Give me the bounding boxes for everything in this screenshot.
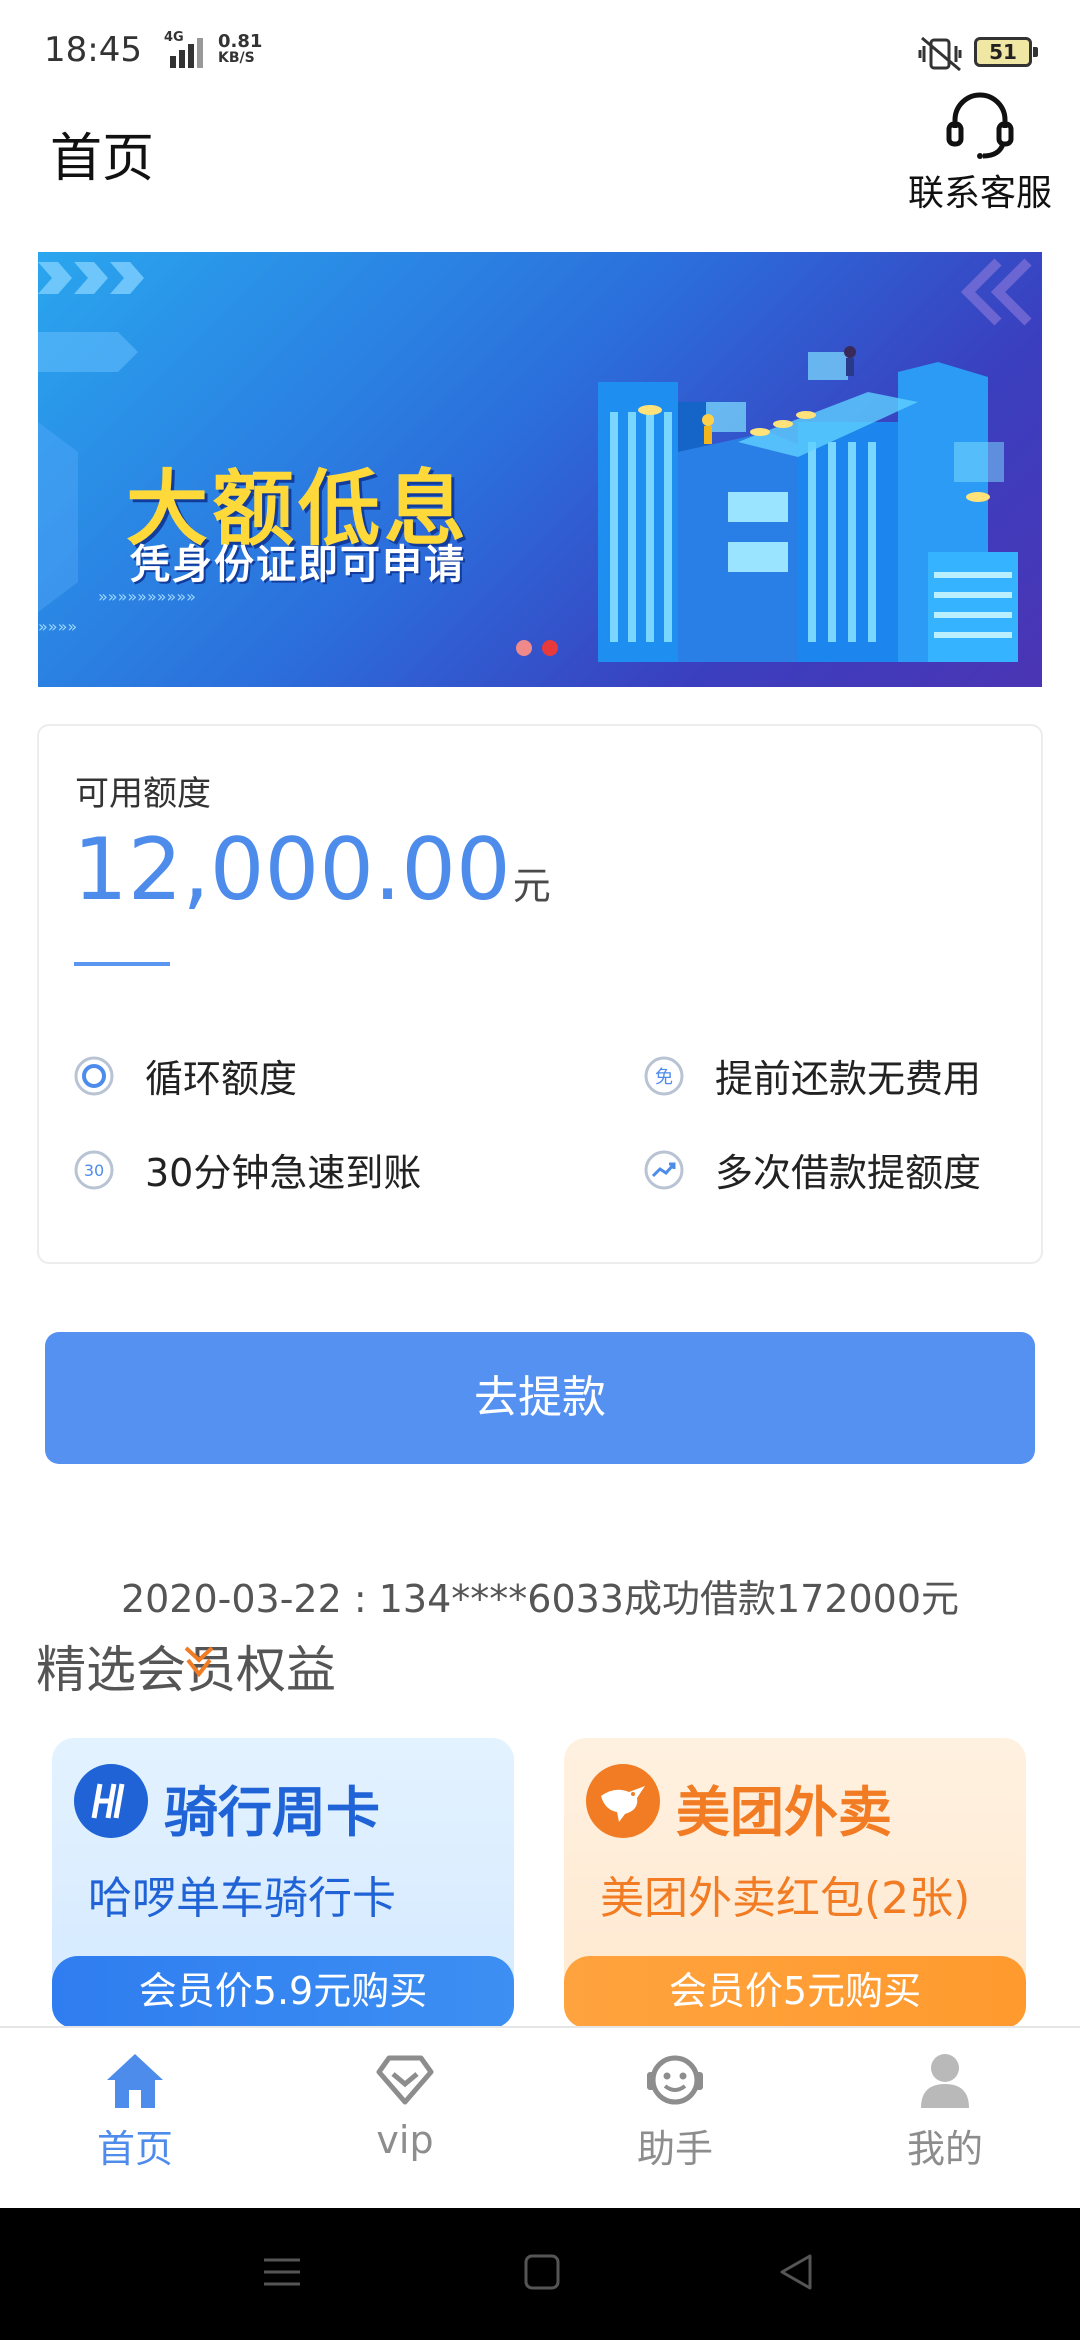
feature-label: 30分钟急速到账 — [145, 1151, 422, 1195]
customer-service-button[interactable]: 联系客服 — [900, 86, 1060, 216]
banner-subline: 凭身份证即可申请 — [130, 542, 466, 588]
svg-text:»»»»: »»»» — [38, 617, 77, 636]
page-title: 首页 — [50, 129, 155, 189]
home-icon — [107, 2054, 163, 2108]
member-card-title: 骑行周卡 — [164, 1781, 380, 1844]
nav-label: 首页 — [96, 2127, 173, 2171]
nav-vip[interactable]: vip — [270, 2028, 540, 2208]
bottom-nav: 首页 vip 助手 我的 — [0, 2026, 1080, 2208]
hello-bike-logo — [74, 1764, 148, 1838]
nav-label: 助手 — [636, 2127, 713, 2171]
credit-unit: 元 — [512, 864, 551, 908]
feature-raise-limit: 多次借款提额度 — [643, 1142, 981, 1197]
member-card-buy-button[interactable]: 会员价5.9元购买 — [52, 1956, 514, 2028]
credit-label: 可用额度 — [75, 774, 211, 814]
back-icon[interactable] — [776, 2252, 816, 2292]
battery-icon: 51 — [974, 37, 1038, 67]
member-card-meituan[interactable]: 美团外卖 美团外卖红包(2张) 会员价5元购买 — [564, 1738, 1026, 2028]
nav-assistant[interactable]: 助手 — [540, 2028, 810, 2208]
member-card-subtitle: 哈啰单车骑行卡 — [88, 1873, 396, 1924]
credit-amount-value: 12,000.00 — [73, 820, 511, 920]
loan-ticker: 2020-03-22 : 134****6033成功借款172000元 — [120, 1577, 960, 1621]
meituan-kangaroo-logo — [586, 1764, 660, 1838]
feature-label: 提前还款无费用 — [715, 1057, 982, 1101]
heart-badge-icon — [184, 1646, 214, 1678]
feature-fast-arrival: 30 30分钟急速到账 — [73, 1142, 421, 1197]
nav-mine[interactable]: 我的 — [810, 2028, 1080, 2208]
speed-unit: KB/S — [218, 50, 255, 66]
svg-text:免: 免 — [655, 1067, 673, 1088]
pager-dot-active[interactable] — [542, 640, 558, 656]
trend-up-icon — [643, 1149, 685, 1191]
menu-icon[interactable] — [262, 2252, 302, 2292]
credit-amount: 12,000.00元 — [73, 820, 551, 920]
promo-banner[interactable]: »»»»»»»»»» »»»» 大额低息 凭身份证即可申请 — [38, 252, 1042, 687]
feature-label: 循环额度 — [145, 1057, 298, 1101]
nav-label: 我的 — [906, 2127, 983, 2171]
member-card-title: 美团外卖 — [676, 1781, 892, 1844]
status-bar: 18:45 4G 0.81 KB/S 51 — [0, 0, 1080, 80]
pager-dot[interactable] — [516, 640, 532, 656]
network-speed: 0.81 KB/S — [218, 31, 263, 67]
nav-label: vip — [376, 2118, 434, 2162]
signal-icon — [170, 38, 203, 68]
vip-diamond-icon — [376, 2055, 434, 2105]
customer-service-label: 联系客服 — [907, 173, 1052, 214]
speed-value: 0.81 — [218, 31, 263, 52]
thirty-minutes-icon: 30 — [73, 1149, 115, 1191]
free-badge-icon: 免 — [643, 1055, 685, 1097]
divider — [74, 962, 170, 966]
credit-limit-card: 可用额度 12,000.00元 循环额度 免 提前还款无费用 30 30分钟急速… — [37, 724, 1043, 1264]
vibrate-mute-icon — [918, 36, 962, 72]
clock: 18:45 — [44, 30, 142, 70]
member-card-bike[interactable]: 骑行周卡 哈啰单车骑行卡 会员价5.9元购买 — [52, 1738, 514, 2028]
feature-free-prepay: 免 提前还款无费用 — [643, 1048, 981, 1103]
user-icon — [921, 2054, 969, 2108]
feature-label: 多次借款提额度 — [715, 1151, 982, 1195]
member-card-buy-button[interactable]: 会员价5元购买 — [564, 1956, 1026, 2028]
system-nav-bar — [0, 2208, 1080, 2340]
assistant-face-icon — [647, 2055, 703, 2105]
withdraw-button[interactable]: 去提款 — [45, 1332, 1035, 1464]
banner-pager — [516, 640, 568, 660]
svg-text:30: 30 — [84, 1161, 104, 1180]
headset-icon — [946, 92, 1014, 159]
member-card-subtitle: 美团外卖红包(2张) — [600, 1873, 971, 1924]
home-square-icon[interactable] — [522, 2252, 562, 2292]
circle-target-icon — [73, 1055, 115, 1097]
feature-revolving: 循环额度 — [73, 1048, 297, 1103]
nav-home[interactable]: 首页 — [0, 2028, 270, 2208]
